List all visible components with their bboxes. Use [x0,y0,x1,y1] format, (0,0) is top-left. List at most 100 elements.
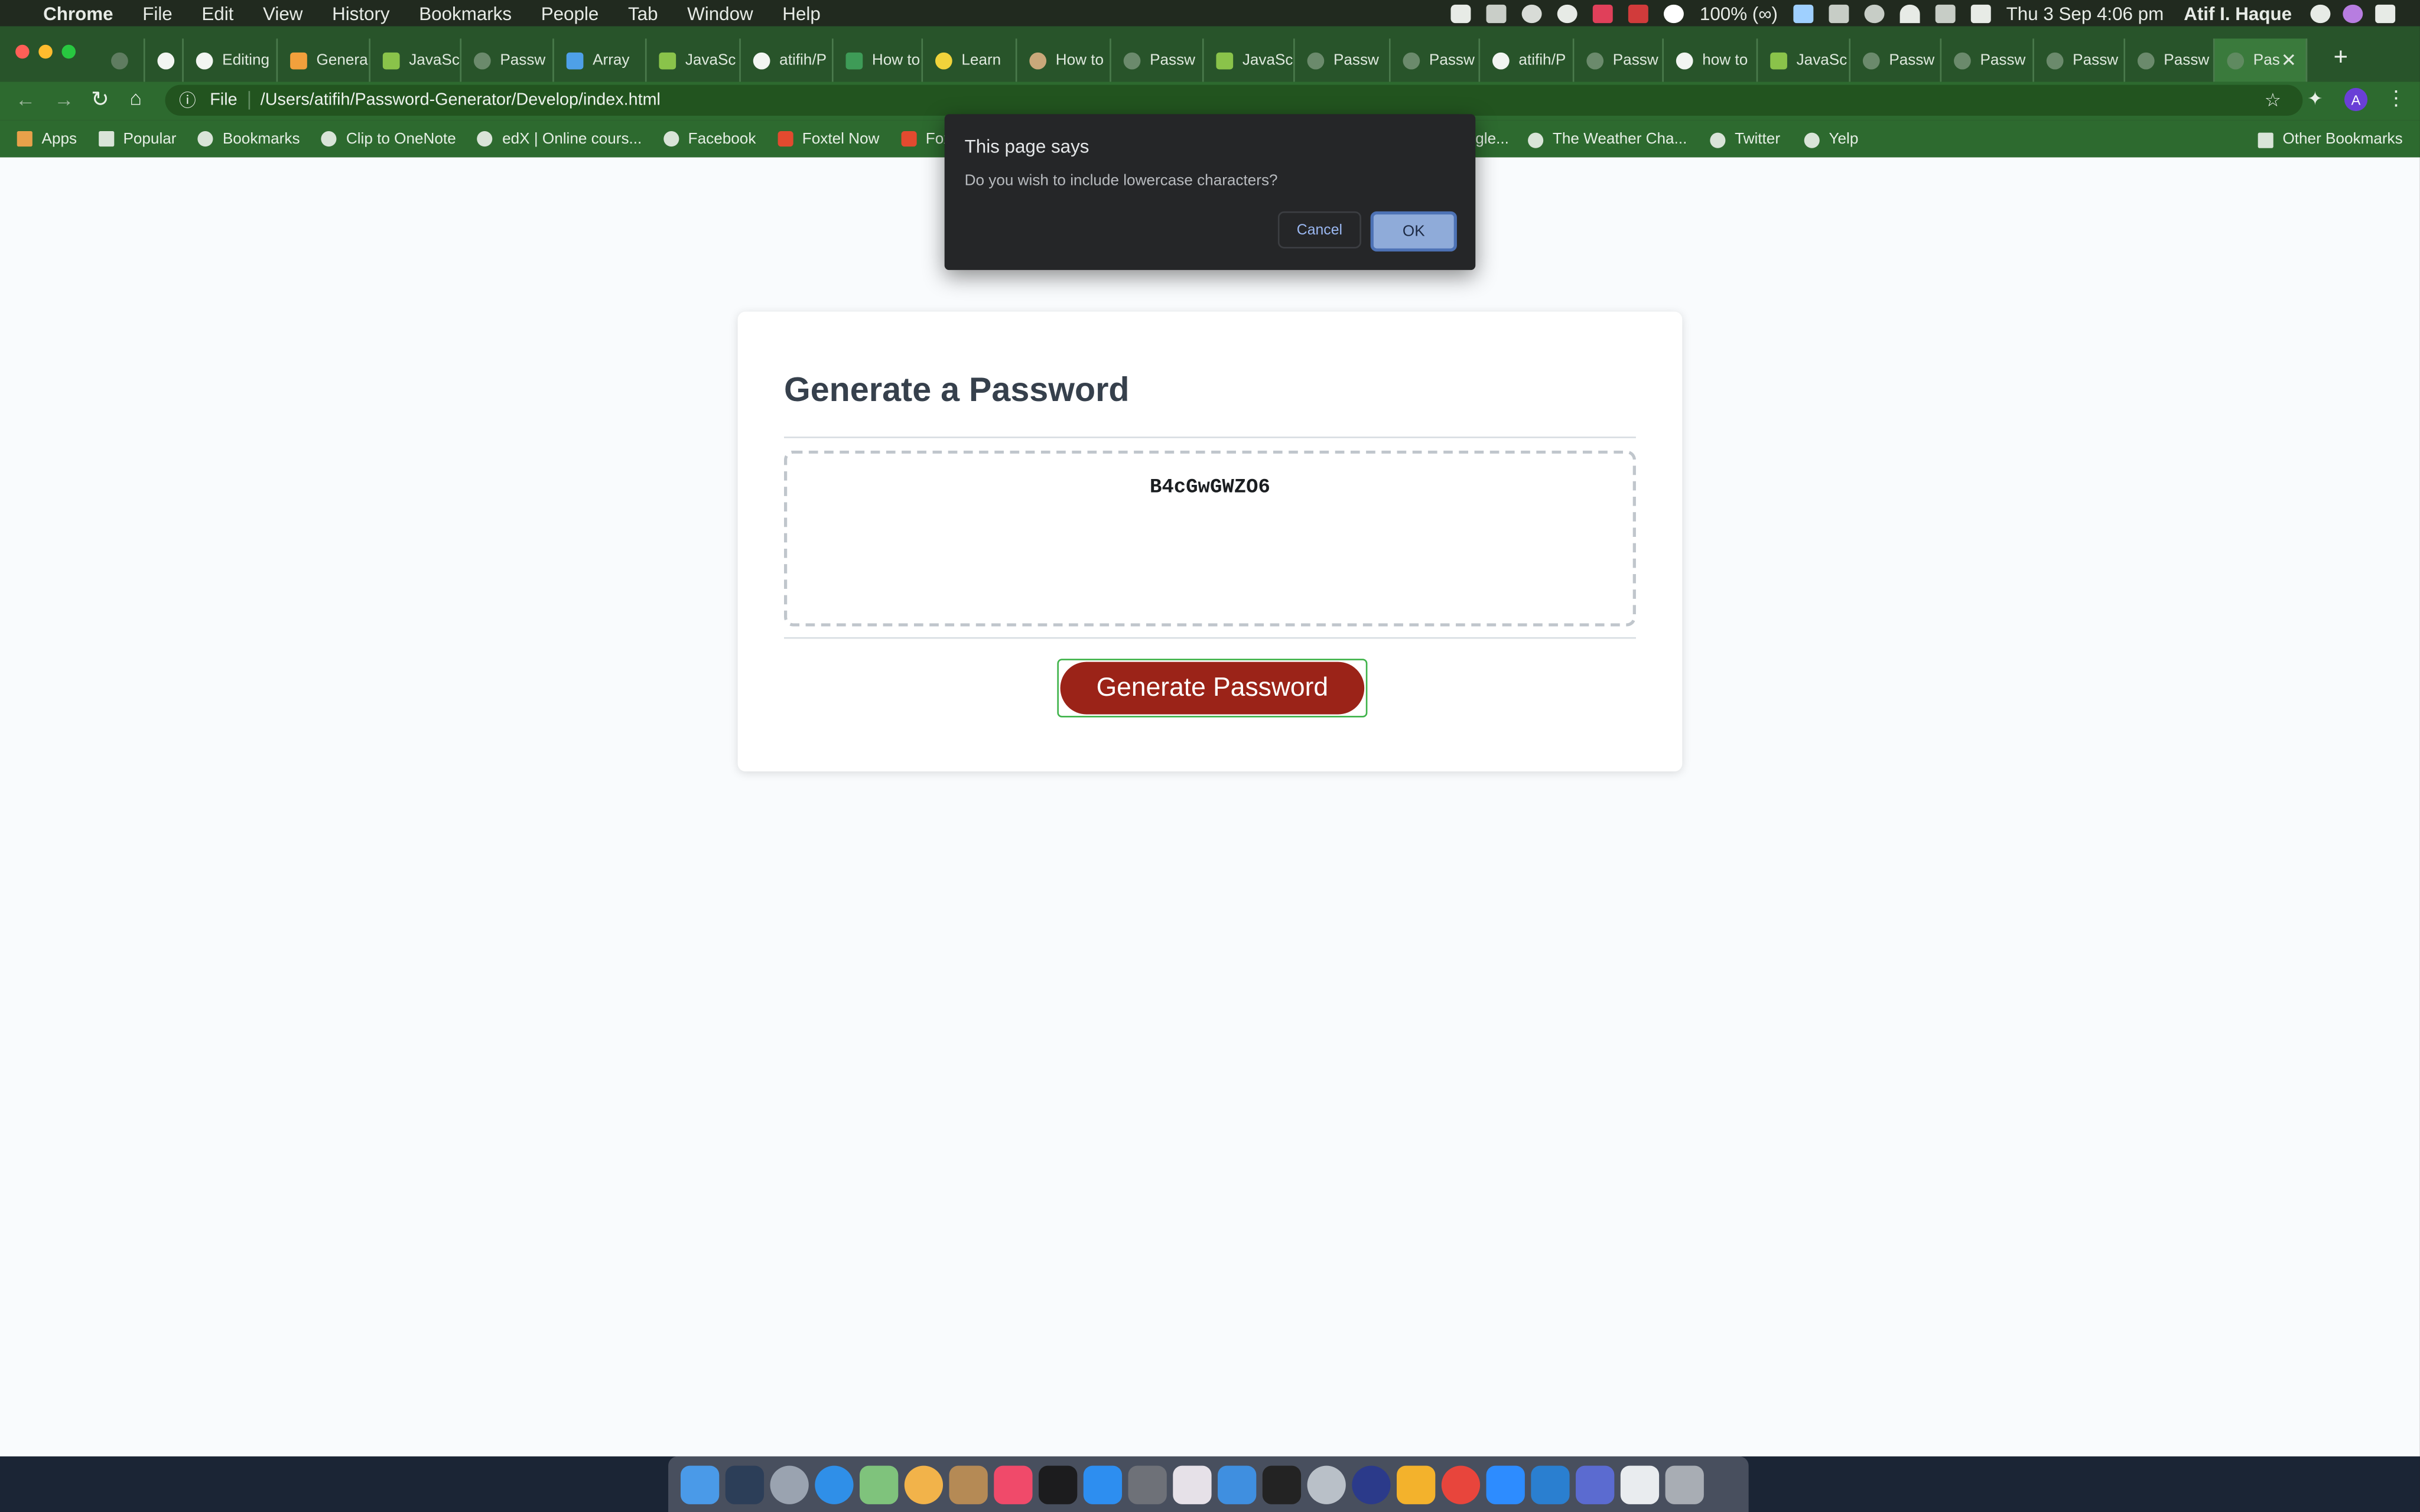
menu-app-name[interactable]: Chrome [43,2,113,24]
apple-tv-icon[interactable] [1039,1465,1078,1504]
tab[interactable] [145,38,184,82]
pocket-icon[interactable] [1593,4,1614,22]
tab[interactable]: Passw [1850,38,1942,82]
maximize-window-icon[interactable] [61,44,76,59]
bluetooth-icon[interactable] [1864,4,1885,22]
safari-icon[interactable] [815,1465,854,1504]
bookmark-popular[interactable]: Popular [98,131,176,147]
signal-icon[interactable] [1487,4,1507,22]
url-text[interactable]: /Users/atifih/Password-Generator/Develop… [261,91,661,109]
bookmark-twitter[interactable]: Twitter [1710,131,1780,148]
finder-icon[interactable] [680,1465,720,1504]
tab[interactable]: How to [1017,38,1111,82]
keychain-icon[interactable] [1307,1465,1346,1504]
tab[interactable]: how to [1664,38,1758,82]
sublime-icon[interactable] [1397,1465,1436,1504]
bookmark-onenote[interactable]: Clip to OneNote [321,131,456,147]
bookmark-yelp[interactable]: Yelp [1804,131,1858,148]
tab[interactable]: Genera [278,38,370,82]
mission-control-icon[interactable] [725,1465,765,1504]
launchpad-icon[interactable] [770,1465,809,1504]
tab[interactable]: Passw [1391,38,1481,82]
terminal-icon[interactable] [1262,1465,1302,1504]
bookmark-apps[interactable]: Apps [17,131,77,147]
trash-icon[interactable] [1665,1465,1704,1504]
instruments-icon[interactable] [1352,1465,1391,1504]
cloud-icon[interactable] [1522,4,1543,22]
profile-avatar[interactable]: A [2344,87,2368,112]
close-tab-icon[interactable]: ✕ [2281,50,2297,71]
tab[interactable]: Passw [1111,38,1204,82]
menu-view[interactable]: View [263,2,302,24]
bbedit-icon[interactable] [1576,1465,1615,1504]
tab-active[interactable]: Pas ✕ [2214,38,2308,82]
other-bookmarks[interactable]: Other Bookmarks [2258,131,2403,148]
photos-icon[interactable] [904,1465,944,1504]
menu-tab[interactable]: Tab [628,2,658,24]
xcode-icon[interactable] [1218,1465,1257,1504]
document-icon[interactable] [1620,1465,1660,1504]
bookmark-bookmarks[interactable]: Bookmarks [198,131,300,147]
back-icon[interactable]: ← [15,88,35,111]
onepassword-icon[interactable] [1557,4,1578,22]
menu-people[interactable]: People [541,2,599,24]
minimize-window-icon[interactable] [38,44,53,59]
menu-bookmarks[interactable]: Bookmarks [419,2,512,24]
info-icon[interactable]: ⓘ [179,88,196,113]
siri-icon[interactable] [2343,4,2363,22]
tab[interactable]: Passw [1295,38,1391,82]
tab[interactable] [99,38,145,82]
extensions-icon[interactable]: ✦ [2307,88,2323,110]
zoom-icon[interactable] [1486,1465,1525,1504]
tab[interactable]: Learn [923,38,1017,82]
tab[interactable]: Array [554,38,647,82]
record-icon[interactable] [1664,4,1684,22]
chrome-icon[interactable] [1441,1465,1481,1504]
battery-label[interactable]: 100% (∞) [1700,2,1778,24]
tab[interactable]: JavaSc [370,38,462,82]
forward-icon[interactable]: → [54,88,74,111]
close-window-icon[interactable] [15,44,30,59]
contacts-icon[interactable] [949,1465,988,1504]
password-output[interactable]: B4cGwGWZO6 [783,450,1636,627]
ok-button[interactable]: OK [1370,211,1457,252]
cancel-button[interactable]: Cancel [1277,211,1361,249]
address-bar[interactable]: ⓘ File /Users/atifih/Password-Generator/… [165,84,2303,116]
tab[interactable]: JavaSc [1204,38,1295,82]
slack-icon[interactable] [1173,1465,1212,1504]
notification-center-icon[interactable] [2375,4,2396,22]
maps-icon[interactable] [859,1465,899,1504]
bookmark-google[interactable]: gle... [1475,131,1509,148]
menu-help[interactable]: Help [782,2,820,24]
home-icon[interactable]: ⌂ [129,86,142,109]
tab[interactable]: Passw [461,38,554,82]
tab[interactable]: atifih/P [741,38,834,82]
app-store-icon[interactable] [1083,1465,1123,1504]
tab[interactable]: JavaSc [1758,38,1851,82]
keyboard-icon[interactable] [1829,4,1849,22]
tab[interactable]: atifih/P [1480,38,1575,82]
generate-password-button[interactable]: Generate Password [1057,659,1368,718]
tab[interactable]: Passw [1574,38,1664,82]
battery-icon[interactable] [1793,4,1814,22]
menu-history[interactable]: History [332,2,390,24]
new-tab-icon[interactable]: + [2334,45,2348,73]
bookmark-foxtel-now[interactable]: Foxtel Now [777,131,879,147]
tab[interactable]: Passw [2034,38,2125,82]
bookmark-weather[interactable]: The Weather Cha... [1528,131,1687,148]
volume-icon[interactable] [1970,4,1991,22]
wifi-icon[interactable] [1899,4,1920,22]
tab[interactable]: Editing [184,38,278,82]
tab[interactable]: How to [834,38,923,82]
camera-icon[interactable] [1451,4,1472,22]
clock-label[interactable]: Thu 3 Sep 4:06 pm [2006,2,2164,24]
tab[interactable]: Passw [2125,38,2215,82]
system-preferences-icon[interactable] [1128,1465,1167,1504]
menu-edit[interactable]: Edit [201,2,233,24]
vscode-icon[interactable] [1531,1465,1570,1504]
menu-file[interactable]: File [142,2,173,24]
bookmark-star-icon[interactable]: ☆ [2265,90,2281,112]
spotlight-icon[interactable] [2310,4,2331,22]
bookmark-facebook[interactable]: Facebook [663,131,756,147]
menu-window[interactable]: Window [687,2,753,24]
